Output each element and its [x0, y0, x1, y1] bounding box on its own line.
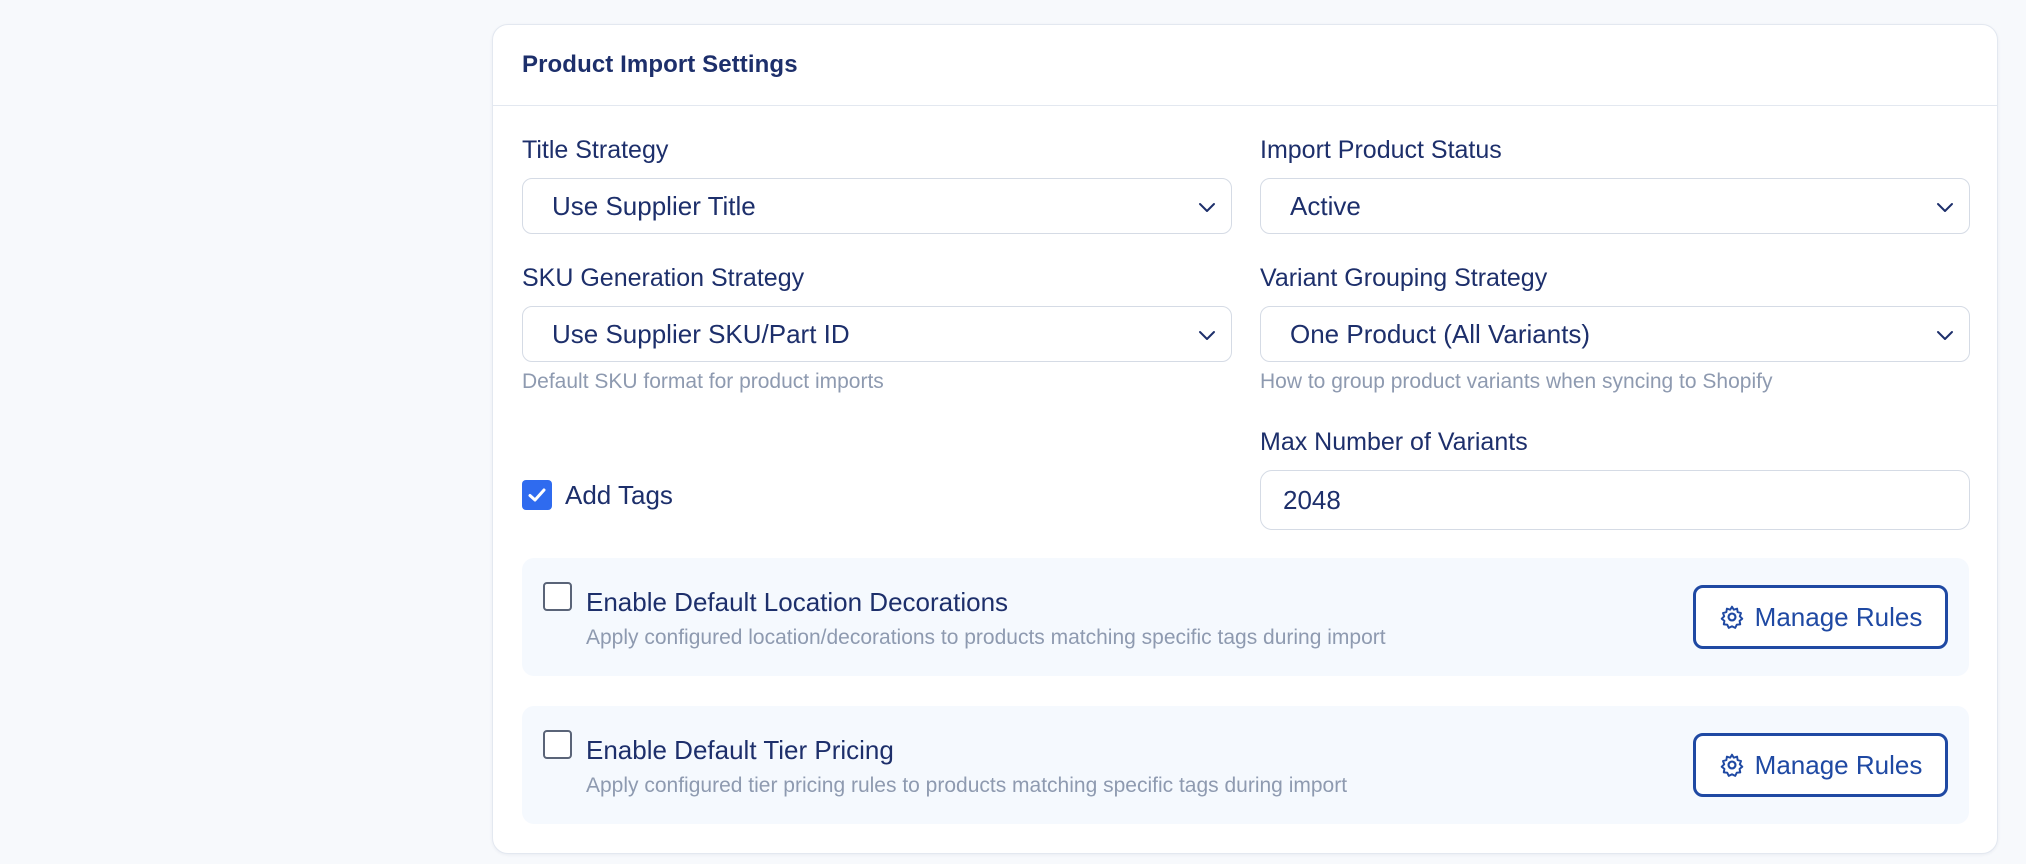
chevron-down-icon [1937, 203, 1953, 212]
title-strategy-select[interactable]: Use Supplier Title [522, 178, 1232, 234]
sku-strategy-select[interactable]: Use Supplier SKU/Part ID [522, 306, 1232, 362]
chevron-down-icon [1937, 331, 1953, 340]
sku-strategy-value: Use Supplier SKU/Part ID [552, 318, 850, 349]
card-header: Product Import Settings [493, 25, 1997, 106]
max-variants-label: Max Number of Variants [1260, 428, 1528, 456]
variant-grouping-hint: How to group product variants when synci… [1260, 370, 1773, 393]
tier-pricing-panel: Enable Default Tier Pricing Apply config… [522, 706, 1969, 824]
import-status-label: Import Product Status [1260, 136, 1502, 164]
add-tags-label: Add Tags [565, 480, 673, 510]
sku-strategy-hint: Default SKU format for product imports [522, 370, 884, 393]
title-strategy-label: Title Strategy [522, 136, 669, 164]
import-status-select[interactable]: Active [1260, 178, 1970, 234]
max-variants-value: 2048 [1283, 484, 1341, 515]
checkmark-icon [528, 488, 546, 502]
title-strategy-value: Use Supplier Title [552, 190, 756, 221]
gear-icon [1720, 605, 1743, 629]
variant-grouping-label: Variant Grouping Strategy [1260, 264, 1548, 292]
location-decorations-description: Apply configured location/decorations to… [586, 626, 1386, 649]
sku-strategy-label: SKU Generation Strategy [522, 264, 805, 292]
variant-grouping-value: One Product (All Variants) [1290, 318, 1591, 349]
tier-pricing-title: Enable Default Tier Pricing [586, 735, 894, 765]
max-variants-input[interactable]: 2048 [1260, 470, 1970, 530]
chevron-down-icon [1199, 203, 1215, 212]
manage-tier-rules-button[interactable]: Manage Rules [1693, 733, 1948, 797]
import-status-value: Active [1290, 190, 1361, 221]
manage-rules-label: Manage Rules [1754, 749, 1923, 780]
tier-pricing-description: Apply configured tier pricing rules to p… [586, 774, 1348, 797]
product-import-settings-card: Product Import Settings Title Strategy U… [492, 24, 1998, 854]
tier-pricing-checkbox[interactable] [543, 730, 572, 759]
manage-rules-label: Manage Rules [1754, 601, 1923, 632]
chevron-down-icon [1199, 331, 1215, 340]
variant-grouping-select[interactable]: One Product (All Variants) [1260, 306, 1970, 362]
manage-location-rules-button[interactable]: Manage Rules [1693, 585, 1948, 649]
location-decorations-title: Enable Default Location Decorations [586, 587, 1009, 617]
gear-icon [1720, 753, 1743, 777]
location-decorations-panel: Enable Default Location Decorations Appl… [522, 558, 1969, 676]
card-title: Product Import Settings [522, 51, 798, 78]
add-tags-checkbox[interactable] [522, 480, 552, 510]
location-decorations-checkbox[interactable] [543, 582, 572, 611]
